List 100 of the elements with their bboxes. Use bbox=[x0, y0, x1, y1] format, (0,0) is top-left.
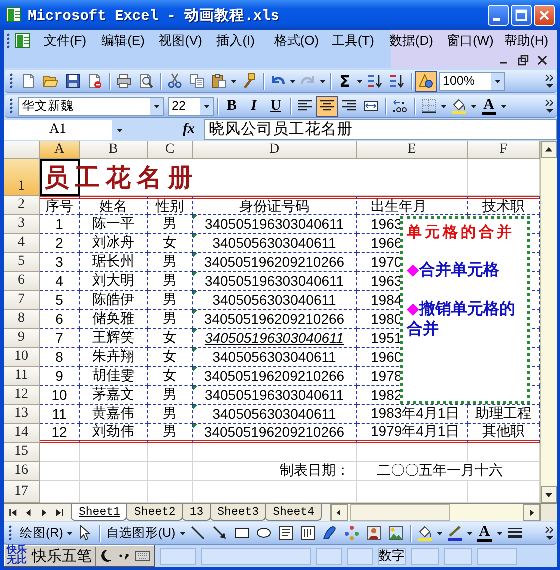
sort-descending-icon bbox=[389, 73, 405, 89]
menu-item[interactable]: 帮助(H) bbox=[500, 30, 558, 52]
zoom-field[interactable]: 100% bbox=[439, 72, 505, 90]
menu-item[interactable]: 格式(O) bbox=[269, 30, 327, 52]
row-header[interactable]: 7 bbox=[4, 291, 40, 310]
menu-item[interactable]: 插入(I) bbox=[212, 30, 270, 52]
cell-text: 5 bbox=[56, 292, 64, 308]
menu-item[interactable]: 窗口(W) bbox=[442, 30, 500, 52]
name-box[interactable]: A1 bbox=[4, 120, 112, 140]
font-field[interactable]: 华文新魏 bbox=[18, 96, 164, 116]
row-header[interactable]: 3 bbox=[4, 215, 40, 234]
menu-item[interactable]: 编辑(E) bbox=[96, 30, 154, 52]
comment-item: ◆撤销单元格的合并 bbox=[407, 299, 516, 340]
toolbar-options-icon[interactable] bbox=[544, 525, 555, 541]
toolbar-grip[interactable] bbox=[10, 98, 13, 114]
row-header[interactable]: 15 bbox=[4, 443, 40, 462]
cell-text: 340505196209210266 bbox=[204, 311, 345, 327]
font-color-button[interactable]: A bbox=[478, 96, 500, 116]
drawing-button[interactable] bbox=[415, 70, 437, 92]
menu-item[interactable]: 数据(D) bbox=[384, 30, 442, 52]
column-header[interactable]: F bbox=[468, 141, 540, 159]
row-header[interactable]: 17 bbox=[4, 481, 40, 503]
sheet-tab[interactable]: Sheet2 bbox=[126, 504, 183, 521]
cell-text: 7 bbox=[56, 330, 64, 346]
toolbar-grip[interactable] bbox=[7, 33, 10, 49]
column-header[interactable]: A bbox=[40, 141, 80, 159]
sheet-tab[interactable]: Sheet3 bbox=[210, 504, 266, 521]
comment-title: 单元格的合并 bbox=[407, 223, 516, 242]
cell-text: 技术职 bbox=[482, 198, 524, 216]
bold-button[interactable]: B bbox=[221, 96, 243, 116]
cell-text: 10 bbox=[52, 387, 68, 403]
row-header[interactable]: 12 bbox=[4, 386, 40, 405]
menu-item[interactable]: 文件(F) bbox=[39, 30, 97, 52]
row-header[interactable]: 6 bbox=[4, 272, 40, 291]
horizontal-scrollbar[interactable] bbox=[330, 504, 540, 521]
cell-text: 女 bbox=[163, 348, 177, 366]
column-header[interactable]: B bbox=[80, 141, 148, 159]
drawing-icon bbox=[418, 73, 434, 89]
ime-name[interactable]: 快乐五笔 bbox=[29, 546, 96, 566]
font-color-button[interactable]: A bbox=[474, 522, 496, 544]
cell-text: 男 bbox=[163, 386, 177, 404]
italic-button[interactable]: I bbox=[243, 96, 265, 116]
status-pane bbox=[347, 548, 373, 564]
row-header[interactable]: 11 bbox=[4, 367, 40, 386]
menu-item[interactable]: 视图(V) bbox=[154, 30, 212, 52]
workbook-restore-icon[interactable] bbox=[517, 54, 530, 66]
toolbar-grip[interactable] bbox=[10, 73, 13, 89]
print-preview-icon bbox=[138, 73, 154, 89]
ime-logo[interactable]: 快乐无比 bbox=[7, 546, 27, 566]
close-button[interactable] bbox=[534, 4, 555, 26]
workbook-close-icon[interactable] bbox=[536, 54, 549, 66]
soft-keyboard-icon[interactable] bbox=[134, 548, 152, 564]
cell-text: 琚长州 bbox=[92, 253, 134, 271]
autoshapes-menu-button[interactable]: 自选图形(U) bbox=[103, 522, 179, 544]
row-header[interactable]: 2 bbox=[4, 196, 40, 215]
minimize-icon bbox=[493, 18, 500, 20]
toolbar-options-icon[interactable] bbox=[544, 98, 555, 114]
fill-color-icon bbox=[416, 525, 433, 541]
column-header[interactable]: C bbox=[148, 141, 193, 159]
vertical-scrollbar[interactable] bbox=[540, 141, 557, 503]
table-cell bbox=[40, 462, 80, 481]
row-header[interactable]: 4 bbox=[4, 234, 40, 253]
status-pane bbox=[160, 548, 196, 564]
font-size-field[interactable]: 22 bbox=[168, 96, 214, 116]
row-header[interactable]: 5 bbox=[4, 253, 40, 272]
row-header[interactable]: 1 bbox=[4, 159, 40, 196]
toolbar-options-icon[interactable] bbox=[544, 73, 555, 89]
minimize-button[interactable] bbox=[488, 4, 509, 26]
sheet-tab[interactable]: Sheet4 bbox=[265, 504, 322, 521]
cut-icon bbox=[167, 73, 183, 89]
row-header[interactable]: 10 bbox=[4, 348, 40, 367]
menu-item[interactable]: 工具(T) bbox=[326, 30, 384, 52]
draw-menu-button[interactable]: 绘图(R) bbox=[17, 522, 66, 544]
formula-field[interactable]: 晓风公司员工花名册 bbox=[204, 119, 557, 140]
insert-function-button[interactable]: fx bbox=[174, 122, 204, 138]
row-header[interactable]: 14 bbox=[4, 424, 40, 443]
autosum-button[interactable]: Σ bbox=[334, 70, 356, 92]
status-pane bbox=[444, 548, 472, 564]
status-pane bbox=[477, 548, 517, 564]
row-header[interactable]: 16 bbox=[4, 462, 40, 481]
cell-text: 其他职 bbox=[482, 423, 524, 441]
cell-text: 出生年月 bbox=[371, 198, 427, 216]
cell-text: 黄嘉伟 bbox=[92, 405, 134, 423]
cell-text: 女 bbox=[163, 367, 177, 385]
column-header[interactable]: E bbox=[357, 141, 468, 159]
row-header[interactable]: 9 bbox=[4, 329, 40, 348]
align-center-button[interactable] bbox=[316, 96, 338, 116]
cell-text: 序号 bbox=[46, 198, 74, 216]
paste-icon bbox=[211, 73, 227, 89]
toolbar-grip[interactable] bbox=[9, 525, 12, 541]
underline-button[interactable]: U bbox=[265, 96, 287, 116]
row-header[interactable]: 13 bbox=[4, 405, 40, 424]
workbook-icon bbox=[15, 33, 31, 49]
row-header[interactable]: 8 bbox=[4, 310, 40, 329]
sheet-tab[interactable]: 13 bbox=[182, 504, 211, 521]
column-header[interactable]: D bbox=[193, 141, 357, 159]
maximize-button[interactable] bbox=[511, 4, 532, 26]
sheet-tab[interactable]: Sheet1 bbox=[71, 504, 128, 521]
table-cell bbox=[80, 443, 148, 462]
cell-text: 340505196209210266 bbox=[204, 254, 345, 270]
